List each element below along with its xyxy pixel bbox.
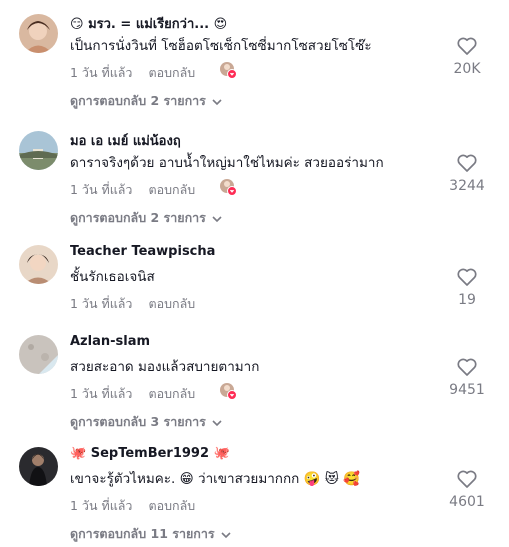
reply-button[interactable]: ตอบกลับ — [148, 498, 195, 513]
comment-username[interactable]: Teacher Teawpischa — [70, 244, 215, 259]
avatar[interactable] — [19, 131, 58, 170]
comment-meta: 1 วัน ที่แล้ว ตอบกลับ — [70, 180, 195, 200]
comment-text: ชั้นรักเธอเจนิส — [70, 269, 155, 285]
creator-liked-badge — [219, 178, 237, 196]
reply-button[interactable]: ตอบกลับ — [148, 386, 195, 401]
like-count: 4601 — [449, 494, 485, 510]
view-replies-button[interactable]: ดูการตอบกลับ 11 รายการ — [70, 524, 231, 544]
comment-time: 1 วัน ที่แล้ว — [70, 182, 133, 197]
comment-time: 1 วัน ที่แล้ว — [70, 386, 133, 401]
view-replies-button[interactable]: ดูการตอบกลับ 3 รายการ — [70, 412, 222, 432]
comment-username[interactable]: 🐙 SepTemBer1992 🐙 — [70, 446, 230, 461]
comment-meta: 1 วัน ที่แล้ว ตอบกลับ — [70, 496, 195, 516]
comment-time: 1 วัน ที่แล้ว — [70, 65, 133, 80]
creator-liked-badge — [219, 382, 237, 400]
like-button[interactable]: 4601 — [442, 470, 492, 510]
like-button[interactable]: 9451 — [442, 358, 492, 398]
reply-button[interactable]: ตอบกลับ — [148, 296, 195, 311]
like-button[interactable]: 19 — [442, 268, 492, 308]
comment-meta: 1 วัน ที่แล้ว ตอบกลับ — [70, 384, 195, 404]
view-replies-button[interactable]: ดูการตอบกลับ 2 รายการ — [70, 208, 222, 228]
avatar[interactable] — [19, 335, 58, 374]
comment-time: 1 วัน ที่แล้ว — [70, 498, 133, 513]
chevron-down-icon — [212, 94, 222, 109]
reply-button[interactable]: ตอบกลับ — [148, 182, 195, 197]
avatar[interactable] — [19, 14, 58, 53]
comment-text: สวยสะอาด มองแล้วสบายตามาก — [70, 359, 260, 375]
comment-username[interactable]: Azlan-slam — [70, 334, 150, 349]
view-replies-label: ดูการตอบกลับ 2 รายการ — [70, 210, 206, 225]
comment-meta: 1 วัน ที่แล้ว ตอบกลับ — [70, 63, 195, 83]
like-count: 20K — [453, 61, 481, 77]
view-replies-label: ดูการตอบกลับ 3 รายการ — [70, 414, 206, 429]
reply-button[interactable]: ตอบกลับ — [148, 65, 195, 80]
heart-icon — [457, 470, 477, 488]
like-button[interactable]: 3244 — [442, 154, 492, 194]
comment-text: เป็นการนั่งวินที่ โซฮ็อตโซเซ็กโซซี่มากโซ… — [70, 38, 372, 54]
view-replies-button[interactable]: ดูการตอบกลับ 2 รายการ — [70, 91, 222, 111]
heart-icon — [457, 268, 477, 286]
chevron-down-icon — [212, 211, 222, 226]
comment-text: ดาราจริงๆด้วย อาบน้ำใหญ่มาใช่ไหมค่ะ สวยอ… — [70, 155, 384, 171]
comment-meta: 1 วัน ที่แล้ว ตอบกลับ — [70, 294, 195, 314]
heart-icon — [457, 154, 477, 172]
chevron-down-icon — [221, 527, 231, 542]
comment-text: เขาจะรู้ตัวไหมคะ. 😁 ว่าเขาสวยมากกก 🤪 😻 🥰 — [70, 471, 360, 487]
comment-username[interactable]: มอ เอ เมย์ แม่น้องฤ — [70, 130, 181, 151]
view-replies-label: ดูการตอบกลับ 11 รายการ — [70, 526, 215, 541]
like-count: 3244 — [449, 178, 485, 194]
heart-icon — [457, 37, 477, 55]
like-button[interactable]: 20K — [442, 37, 492, 77]
like-count: 9451 — [449, 382, 485, 398]
like-count: 19 — [458, 292, 476, 308]
avatar[interactable] — [19, 245, 58, 284]
comment-username[interactable]: 😏 มรว. = แม่เรียกว่า... 😍 — [70, 13, 227, 34]
heart-icon — [457, 358, 477, 376]
chevron-down-icon — [212, 415, 222, 430]
view-replies-label: ดูการตอบกลับ 2 รายการ — [70, 93, 206, 108]
creator-liked-badge — [219, 61, 237, 79]
avatar[interactable] — [19, 447, 58, 486]
comment-time: 1 วัน ที่แล้ว — [70, 296, 133, 311]
